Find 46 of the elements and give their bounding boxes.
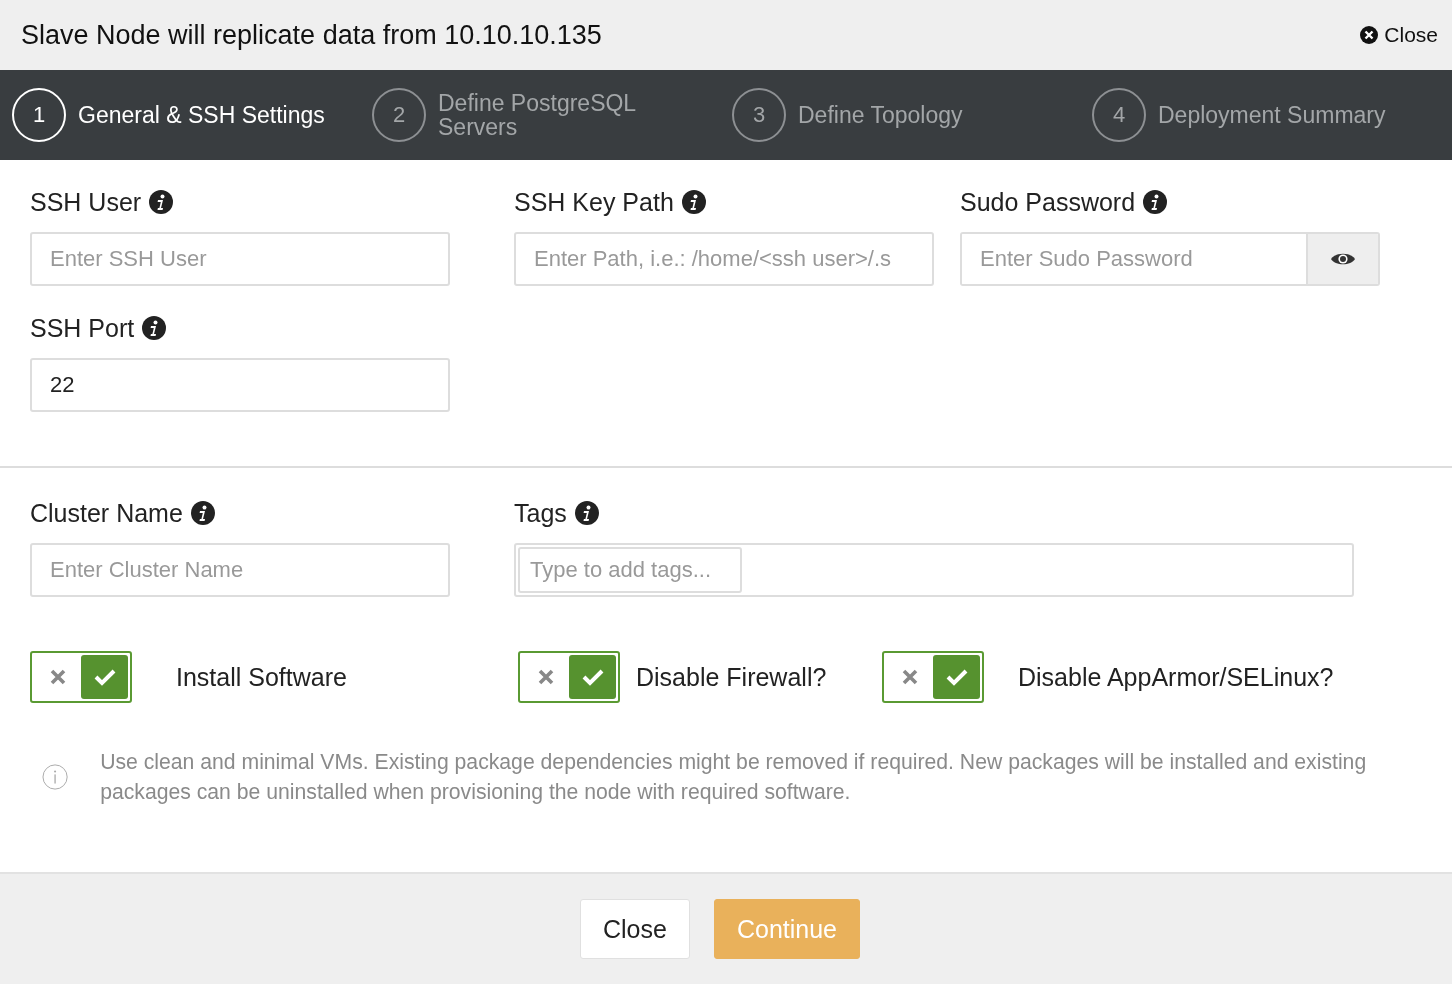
step-number[interactable]: 3 (732, 88, 786, 142)
field-label: Cluster Name (30, 498, 183, 528)
input-field[interactable]: Enter SSH User (30, 232, 450, 286)
step-number[interactable]: 4 (1092, 88, 1146, 142)
info-note: Use clean and minimal VMs. Existing package dependencies might be removed if required. New packages will be installed and existing packages can be uninstalled when provisioning the node with required software. (100, 749, 1368, 806)
field-label: Tags (514, 498, 567, 528)
input-field[interactable]: Enter Path, i.e.: /home/<ssh user>/.s (514, 232, 934, 286)
checkmark-icon (945, 668, 968, 686)
info-icon (149, 190, 174, 214)
field-label: SSH Key Path (514, 187, 674, 217)
step-label[interactable]: Define PostgreSQL Servers (438, 91, 678, 139)
toggle-switch[interactable] (30, 651, 132, 703)
switch-label: Disable Firewall? (636, 662, 827, 692)
info-icon (1143, 190, 1168, 214)
step-label[interactable]: Define Topology (798, 103, 963, 127)
field-label: SSH User (30, 187, 142, 217)
tags-field[interactable]: Type to add tags... (514, 543, 1354, 597)
step-number[interactable]: 1 (12, 88, 66, 142)
cross-icon (900, 668, 919, 686)
switch-label: Install Software (176, 662, 347, 692)
toggle-switch[interactable] (518, 651, 620, 703)
password-field[interactable]: Enter Sudo Password (960, 232, 1380, 286)
step-number[interactable]: 2 (372, 88, 426, 142)
step-label[interactable]: Deployment Summary (1158, 103, 1386, 127)
tag-input-field[interactable]: Type to add tags... (518, 547, 742, 593)
checkmark-icon (581, 668, 604, 686)
info-icon (681, 190, 706, 214)
show-password-button[interactable] (1306, 234, 1378, 284)
input-field[interactable]: Enter Cluster Name (30, 543, 450, 597)
close-icon (1360, 26, 1379, 44)
field-label: SSH Port (30, 313, 135, 343)
switch-label: Disable AppArmor/SELinux? (1018, 662, 1334, 692)
checkmark-icon (93, 668, 116, 686)
info-icon (574, 501, 599, 525)
close-button[interactable]: Close (580, 899, 690, 959)
step-label[interactable]: General & SSH Settings (78, 103, 325, 127)
cross-icon (536, 668, 555, 686)
toggle-switch[interactable] (882, 651, 984, 703)
field-label: Sudo Password (960, 187, 1136, 217)
dialog-title: Slave Node will replicate data from 10.10.10.135 (21, 19, 602, 51)
eye-icon (1330, 251, 1356, 267)
info-icon (142, 316, 167, 340)
close-link[interactable]: Close (1360, 23, 1438, 47)
info-icon (190, 501, 215, 525)
input-field[interactable]: 22 (30, 358, 450, 412)
cross-icon (48, 668, 67, 686)
